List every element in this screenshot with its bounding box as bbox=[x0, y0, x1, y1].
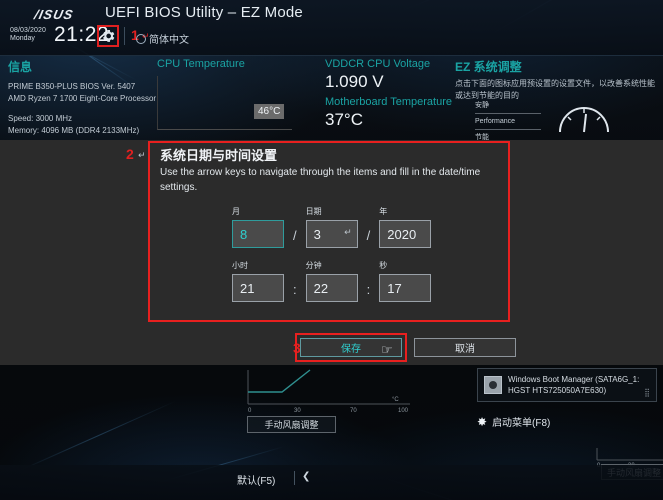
datetime-display: 08/03/2020 Monday bbox=[10, 27, 46, 43]
star-icon: ✸ bbox=[477, 414, 488, 429]
svg-text:100: 100 bbox=[398, 408, 409, 413]
second-label: 秒 bbox=[379, 261, 388, 270]
month-input[interactable]: 8 bbox=[232, 220, 284, 248]
voltage-panel: VDDCR CPU Voltage 1.090 V Motherboard Te… bbox=[325, 58, 465, 131]
boot-menu-button[interactable]: ✸ 启动菜单(F8) bbox=[477, 414, 551, 430]
dialog-button-row: 保存 ☞ 取消 bbox=[295, 333, 516, 362]
svg-text:°C: °C bbox=[392, 397, 399, 403]
day-value: 3 bbox=[313, 226, 321, 242]
ez-option-quiet[interactable]: 安静 bbox=[475, 98, 541, 113]
ez-tuning-title: EZ 系统调整 bbox=[455, 60, 522, 74]
date-separator-2: / bbox=[366, 228, 371, 243]
gear-icon[interactable] bbox=[100, 28, 116, 44]
save-button[interactable]: 保存 ☞ bbox=[300, 338, 402, 357]
hand-cursor-icon: ☞ bbox=[381, 342, 393, 357]
svg-text:70: 70 bbox=[350, 408, 357, 413]
save-button-wrapper: 保存 ☞ bbox=[295, 333, 407, 362]
ez-tuning-options: 安静 Performance 节能 bbox=[475, 98, 541, 145]
header-bar: /ISUS UEFI BIOS Utility – EZ Mode 08/03/… bbox=[0, 0, 663, 56]
date-text: 08/03/2020 bbox=[10, 27, 47, 34]
hard-drive-icon bbox=[484, 376, 502, 394]
annotation-arrow-2: ↵ bbox=[138, 150, 146, 160]
page-title: UEFI BIOS Utility – EZ Mode bbox=[105, 4, 303, 21]
globe-icon bbox=[136, 33, 146, 44]
cancel-button[interactable]: 取消 bbox=[414, 338, 516, 357]
date-separator-1: / bbox=[293, 228, 297, 243]
time-field-row: 小时 21 : 分钟 22 : 秒 17 bbox=[232, 260, 432, 302]
bottom-bar-divider bbox=[294, 471, 295, 485]
day-field-group: 日期 3 ↵ bbox=[305, 206, 358, 248]
default-button[interactable]: 默认(F5) bbox=[237, 472, 275, 487]
boot-device-label: Windows Boot Manager (SATA6G_1: HGST HTS… bbox=[508, 375, 640, 395]
minute-field-group: 分钟 22 bbox=[305, 260, 358, 302]
memory-info: Memory: 4096 MB (DDR4 2133MHz) bbox=[8, 126, 140, 135]
month-label: 月 bbox=[232, 207, 240, 216]
ez-option-performance[interactable]: Performance bbox=[475, 113, 541, 129]
minute-label: 分钟 bbox=[305, 261, 322, 270]
mb-temperature-value: 37°C bbox=[325, 110, 363, 129]
date-field-row: 月 8 / 日期 3 ↵ / 年 2020 bbox=[232, 206, 432, 248]
information-title: 信息 bbox=[8, 60, 33, 74]
day-input[interactable]: 3 ↵ bbox=[305, 220, 358, 248]
cpu-temperature-value: 46°C bbox=[254, 104, 285, 119]
cpu-voltage-label: VDDCR CPU Voltage bbox=[325, 58, 431, 70]
mb-temperature-label: Motherboard Temperature bbox=[325, 96, 452, 108]
day-label: 日期 bbox=[305, 207, 322, 216]
cpu-speed: Speed: 3000 MHz bbox=[8, 114, 73, 123]
dialog-title: 系统日期与时间设置 bbox=[160, 148, 278, 163]
cpu-temperature-title: CPU Temperature bbox=[157, 58, 245, 70]
annotation-marker-2: 2 bbox=[126, 146, 134, 162]
hour-field-group: 小时 21 bbox=[232, 260, 284, 302]
cpu-voltage-value: 1.090 V bbox=[325, 72, 384, 91]
language-selector[interactable]: 简体中文 bbox=[136, 31, 189, 46]
cpu-temperature-graph bbox=[157, 76, 292, 130]
time-separator-2: : bbox=[366, 282, 371, 297]
year-label: 年 bbox=[379, 207, 388, 216]
information-panel: 信息 PRIME B350-PLUS BIOS Ver. 5407 AMD Ry… bbox=[8, 58, 157, 137]
bottom-bar bbox=[0, 465, 663, 500]
month-field-group: 月 8 bbox=[232, 206, 284, 248]
manual-fan-tuning-button[interactable]: 手动风扇调整 bbox=[247, 416, 336, 433]
cpu-temperature-panel: CPU Temperature 46°C bbox=[157, 58, 317, 130]
hour-input[interactable]: 21 bbox=[232, 274, 284, 302]
svg-text:0: 0 bbox=[248, 408, 252, 413]
gauge-icon[interactable] bbox=[555, 96, 613, 136]
dialog-description: Use the arrow keys to navigate through t… bbox=[160, 167, 481, 193]
bios-screen: /ISUS UEFI BIOS Utility – EZ Mode 08/03/… bbox=[0, 0, 663, 500]
chevron-right-icon[interactable]: ❮ bbox=[302, 471, 310, 482]
year-input[interactable]: 2020 bbox=[379, 220, 432, 248]
language-label: 简体中文 bbox=[149, 35, 189, 46]
asus-logo: /ISUS bbox=[32, 6, 76, 22]
second-field-group: 秒 17 bbox=[379, 260, 432, 302]
drag-grip-icon[interactable]: ⣿ bbox=[644, 388, 651, 397]
weekday-text: Monday bbox=[10, 35, 35, 42]
boot-priority-item[interactable]: Windows Boot Manager (SATA6G_1: HGST HTS… bbox=[477, 368, 657, 402]
hour-label: 小时 bbox=[232, 261, 248, 270]
second-input[interactable]: 17 bbox=[379, 274, 432, 302]
boot-menu-label: 启动菜单(F8) bbox=[492, 418, 551, 429]
year-field-group: 年 2020 bbox=[379, 206, 432, 248]
save-button-label: 保存 bbox=[341, 344, 361, 355]
header-divider bbox=[124, 27, 125, 45]
ez-tuning-panel: EZ 系统调整 点击下面的图标应用预设置的设置文件，以改善系统性能或达到节能的目… bbox=[455, 58, 655, 141]
board-model: PRIME B350-PLUS BIOS Ver. 5407 bbox=[8, 82, 136, 91]
cpu-model: AMD Ryzen 7 1700 Eight-Core Processor bbox=[8, 94, 157, 103]
enter-key-icon: ↵ bbox=[344, 227, 352, 237]
svg-text:30: 30 bbox=[294, 408, 301, 413]
fan-curve-chart: 0 30 70 100 °C bbox=[240, 368, 415, 414]
time-separator-1: : bbox=[293, 282, 297, 297]
minute-input[interactable]: 22 bbox=[305, 274, 358, 302]
